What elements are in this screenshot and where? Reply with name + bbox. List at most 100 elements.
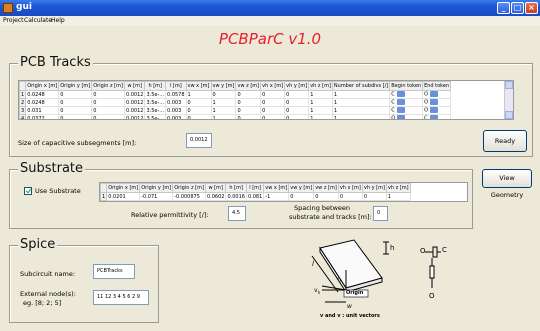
table-cell[interactable]: 0 [58, 114, 93, 119]
table-cell[interactable]: 0 [337, 192, 363, 201]
table-cell[interactable]: 0 [235, 90, 262, 99]
table-cell[interactable]: 0.0012 [123, 114, 146, 119]
table-cell[interactable]: 0.003 [165, 98, 187, 107]
menu-help[interactable]: Help [51, 17, 65, 24]
dropdown-arrow-icon[interactable] [429, 115, 438, 119]
table-cell[interactable]: 0 [260, 106, 286, 115]
table-cell[interactable]: 0.0578 [165, 90, 187, 99]
table-cell[interactable]: 0 [284, 106, 310, 115]
table-cell[interactable]: 3.5e-... [144, 114, 167, 119]
table-cell[interactable]: 0 [284, 90, 310, 99]
table-cell[interactable]: 1 [210, 114, 237, 119]
table-cell[interactable]: 0.0201 [106, 192, 141, 201]
use-substrate-checkbox[interactable] [24, 187, 32, 195]
table-row[interactable]: 3 0.031 0 0 0.0012 3.5e-... 0.003 0 1 0 0 0 1 1 C O [19, 106, 452, 115]
table-cell[interactable]: 0 [235, 98, 262, 107]
table-cell[interactable]: O [422, 90, 452, 99]
table-cell[interactable]: 1 [331, 106, 391, 115]
table-cell[interactable]: 0.0016 [225, 192, 247, 201]
maximize-button[interactable]: □ [511, 2, 524, 14]
table-cell[interactable]: 0.0012 [123, 98, 146, 107]
pcb-table-scrollbar[interactable] [504, 81, 513, 119]
dropdown-arrow-icon[interactable] [430, 91, 438, 98]
table-cell[interactable]: 0 [284, 98, 310, 107]
table-cell[interactable]: 0 [260, 98, 286, 107]
dropdown-arrow-icon[interactable] [430, 107, 438, 114]
table-cell[interactable]: C [389, 98, 424, 107]
view-geometry-button[interactable]: View Geometry [482, 169, 532, 199]
table-cell[interactable]: 0 [91, 90, 125, 99]
table-cell[interactable]: 0 [361, 192, 387, 201]
table-cell[interactable]: 0.003 [165, 114, 187, 119]
table-cell[interactable]: 0 [185, 98, 212, 107]
ready-button[interactable]: Ready [483, 130, 527, 152]
table-cell[interactable]: 0 [284, 114, 310, 119]
dropdown-arrow-icon[interactable] [396, 107, 405, 114]
table-cell[interactable]: 0.0248 [25, 98, 60, 107]
menu-project[interactable]: Project [3, 17, 24, 24]
table-cell[interactable]: 0 [185, 106, 212, 115]
table-row[interactable]: 4 0.0372 0 0 0.0012 3.5e-... 0.003 0 1 0 0 0 1 1 O C [19, 114, 452, 119]
table-cell[interactable]: 0.0248 [25, 90, 60, 99]
table-cell[interactable]: 3.5e-... [144, 98, 167, 107]
table-cell[interactable]: O [389, 114, 424, 119]
table-cell[interactable]: 1 [308, 90, 333, 99]
table-cell[interactable]: 0 [235, 114, 262, 119]
table-cell[interactable]: 0.0012 [123, 90, 146, 99]
table-cell[interactable]: 0 [210, 90, 237, 99]
table-cell[interactable]: 0 [260, 90, 286, 99]
table-cell[interactable]: 0 [260, 114, 286, 119]
table-cell[interactable]: C [389, 90, 424, 99]
dropdown-arrow-icon[interactable] [396, 91, 405, 98]
minimize-button[interactable]: _ [497, 2, 510, 14]
table-cell[interactable]: -0.000875 [172, 192, 206, 201]
table-cell[interactable]: 1 [331, 98, 391, 107]
table-cell[interactable]: 1 [331, 90, 391, 99]
table-cell[interactable]: 0 [58, 98, 93, 107]
spacing-input[interactable]: 0 [373, 206, 388, 221]
table-cell[interactable]: 1 [308, 114, 333, 119]
table-cell[interactable]: 0 [91, 98, 125, 107]
scroll-up-icon[interactable] [505, 81, 513, 89]
table-cell[interactable]: -0.071 [139, 192, 174, 201]
table-row[interactable]: 1 0.0248 0 0 0.0012 3.5e-... 0.0578 1 0 0 0 0 1 1 C O [19, 90, 452, 99]
table-cell[interactable]: 3.5e-... [144, 90, 167, 99]
table-cell[interactable]: 1 [331, 114, 391, 119]
table-cell[interactable]: 0.0602 [204, 192, 227, 201]
table-cell[interactable]: 3.5e-... [144, 106, 167, 115]
table-cell[interactable]: 1 [210, 98, 237, 107]
table-cell[interactable]: 0 [185, 114, 212, 119]
table-cell[interactable]: 0 [58, 90, 93, 99]
table-cell[interactable]: 0 [288, 192, 315, 201]
scroll-down-icon[interactable] [505, 111, 513, 119]
table-row[interactable]: 2 0.0248 0 0 0.0012 3.5e-... 0.003 0 1 0 0 0 1 1 C O [19, 98, 452, 107]
table-cell[interactable]: 0 [313, 192, 339, 201]
external-nodes-input[interactable]: 11 12 3 4 5 6 2 9 [93, 290, 149, 305]
dropdown-arrow-icon[interactable] [396, 99, 405, 106]
substrate-table[interactable]: Origin x [m] Origin y [m] Origin z [m] w [m… [99, 182, 468, 202]
table-cell[interactable]: 1 [185, 90, 212, 99]
subcircuit-name-input[interactable]: PCBTracks [93, 264, 135, 279]
table-cell[interactable]: C [422, 114, 452, 119]
table-cell[interactable]: 1 [308, 106, 333, 115]
table-cell[interactable]: 1 [385, 192, 411, 201]
close-button[interactable]: × [525, 2, 538, 14]
subsegment-size-input[interactable]: 0.0012 [186, 133, 212, 148]
table-cell[interactable]: O [422, 106, 452, 115]
table-cell[interactable]: 0.003 [165, 106, 187, 115]
table-cell[interactable]: C [389, 106, 424, 115]
permittivity-input[interactable]: 4.5 [228, 206, 246, 221]
dropdown-arrow-icon[interactable] [430, 99, 438, 106]
pcb-tracks-table[interactable]: Origin x [m] Origin y [m] Origin z [m] w [m… [18, 80, 514, 120]
table-cell[interactable]: 0 [235, 106, 262, 115]
table-cell[interactable]: 1 [210, 106, 237, 115]
table-cell[interactable]: 0.0012 [123, 106, 146, 115]
table-cell[interactable]: O [422, 98, 452, 107]
table-row[interactable]: 1 0.0201 -0.071 -0.000875 0.0602 0.0016 0.081-… [100, 192, 411, 201]
menu-calculate[interactable]: Calculate [24, 17, 52, 24]
table-cell[interactable]: 0 [91, 114, 125, 119]
table-cell[interactable]: 0.0372 [25, 114, 60, 119]
table-cell[interactable]: -1 [263, 192, 290, 201]
dropdown-arrow-icon[interactable] [397, 115, 406, 119]
table-cell[interactable]: 0.081 [245, 192, 265, 201]
